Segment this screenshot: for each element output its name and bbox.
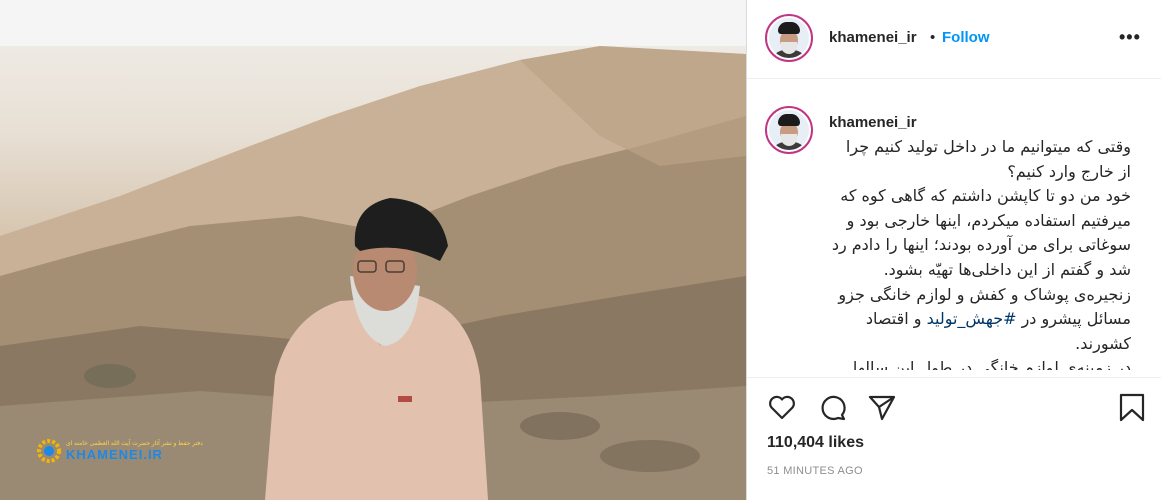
- caption-paragraph-2: خود من دو تا کاپشن داشتم که گاهی کوه که …: [831, 186, 1131, 279]
- post-caption: وقتی که میتوانیم ما در داخل تولید کنیم چ…: [831, 135, 1131, 370]
- post-timestamp[interactable]: 51 MINUTES AGO: [767, 465, 863, 477]
- watermark-gear-icon: [37, 439, 61, 463]
- header-username-link[interactable]: khamenei_ir: [829, 29, 917, 46]
- avatar-image: [769, 110, 809, 150]
- watermark-logo-text: KHAMENEI.IR: [66, 447, 163, 462]
- video-frame-image: [0, 46, 746, 500]
- post-side-panel: khamenei_ir • Follow ••• khamenei_ir وقت…: [746, 0, 1161, 500]
- avatar-image: [769, 18, 809, 58]
- media-top-bar: [0, 0, 746, 46]
- share-icon[interactable]: [867, 392, 897, 422]
- channel-watermark: دفتر حفظ و نشر آثار حضرت آیت الله العظمی…: [36, 438, 203, 464]
- caption-paragraph-1: وقتی که میتوانیم ما در داخل تولید کنیم چ…: [845, 137, 1131, 181]
- caption-paragraph-3: زنجیره‌ی پوشاک و کفش و لوازم خانگی جزو م…: [831, 283, 1131, 357]
- avatar[interactable]: [765, 14, 813, 62]
- heart-icon[interactable]: [767, 392, 797, 422]
- post-video[interactable]: دفتر حفظ و نشر آثار حضرت آیت الله العظمی…: [0, 46, 746, 500]
- follow-button[interactable]: Follow: [942, 29, 990, 46]
- bookmark-icon[interactable]: [1117, 392, 1147, 422]
- post-header: khamenei_ir • Follow •••: [747, 0, 1161, 79]
- caption-avatar[interactable]: [765, 106, 813, 154]
- likes-count[interactable]: 110,404 likes: [767, 434, 864, 452]
- comment-icon[interactable]: [817, 392, 847, 422]
- caption-paragraph-4: در زمینه‌ی لوازم خانگی در طول این سالها: [852, 358, 1131, 370]
- more-options-icon[interactable]: •••: [1119, 27, 1141, 48]
- caption-username-link[interactable]: khamenei_ir: [829, 114, 917, 131]
- header-separator: •: [930, 29, 936, 46]
- hashtag-link[interactable]: #جهش_تولید: [927, 309, 1017, 328]
- action-bar: [747, 377, 1161, 438]
